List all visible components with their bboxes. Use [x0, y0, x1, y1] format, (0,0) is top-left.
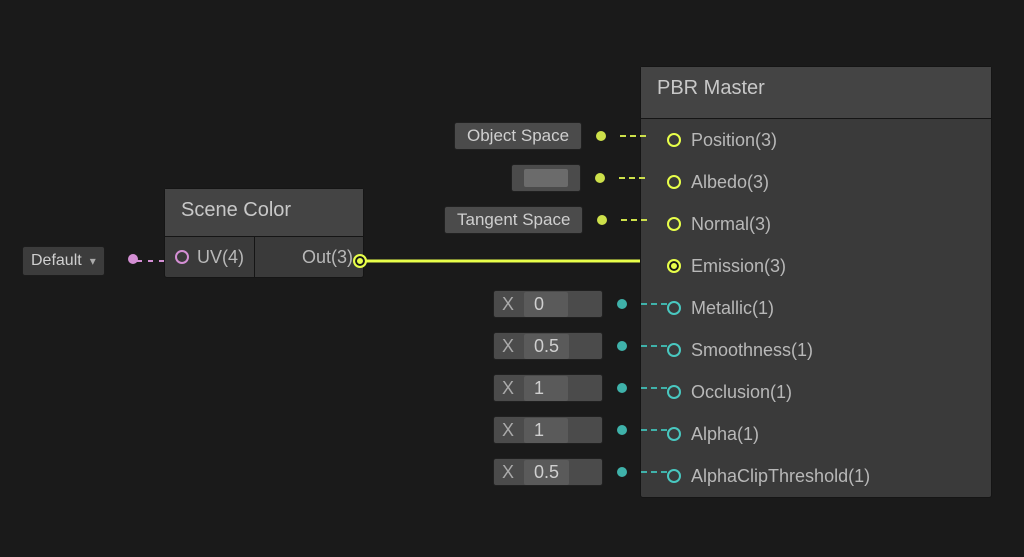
- occlusion-port-icon: [667, 385, 681, 399]
- albedo-port-icon: [667, 175, 681, 189]
- dash-connector-icon: [620, 135, 646, 137]
- pbr-emission-input[interactable]: Emission(3): [641, 245, 991, 287]
- tangent-space-label: Tangent Space: [444, 206, 583, 234]
- position-stub-port-icon: [596, 131, 606, 141]
- occlusion-default-control[interactable]: X 1: [493, 374, 667, 402]
- alphaclip-port-icon: [667, 469, 681, 483]
- shader-graph-canvas[interactable]: Default ▾ Scene Color UV(4) Out(3) PBR M…: [0, 0, 1024, 557]
- smoothness-stub-port-icon: [617, 341, 627, 351]
- uv-default-stub-port: [128, 254, 138, 264]
- normal-port-icon: [667, 217, 681, 231]
- pbr-master-node[interactable]: PBR Master Position(3) Albedo(3) Normal(…: [640, 66, 992, 498]
- albedo-label: Albedo(3): [691, 172, 769, 193]
- smoothness-label: Smoothness(1): [691, 340, 813, 361]
- pbr-normal-input[interactable]: Normal(3): [641, 203, 991, 245]
- position-port-icon: [667, 133, 681, 147]
- emission-port-icon: [667, 259, 681, 273]
- scene-color-out-port-icon[interactable]: [353, 254, 367, 268]
- smoothness-value-field[interactable]: X 0.5: [493, 332, 603, 360]
- dropdown-label: Default: [31, 252, 82, 270]
- alphaclip-default-control[interactable]: X 0.5: [493, 458, 667, 486]
- alpha-default-control[interactable]: X 1: [493, 416, 667, 444]
- dash-connector-icon: [621, 219, 647, 221]
- occlusion-value-field[interactable]: X 1: [493, 374, 603, 402]
- uv-input-label: UV(4): [197, 247, 244, 268]
- dropdown-caret-icon: ▾: [90, 254, 96, 268]
- dash-connector-icon: [619, 177, 645, 179]
- alphaclip-stub-port-icon: [617, 467, 627, 477]
- normal-default-control[interactable]: Tangent Space: [444, 206, 647, 234]
- scene-color-title: Scene Color: [165, 189, 363, 237]
- pbr-metallic-input[interactable]: Metallic(1): [641, 287, 991, 329]
- alpha-stub-port-icon: [617, 425, 627, 435]
- position-default-control[interactable]: Object Space: [454, 122, 646, 150]
- metallic-port-icon: [667, 301, 681, 315]
- occlusion-stub-port-icon: [617, 383, 627, 393]
- alpha-value-field[interactable]: X 1: [493, 416, 603, 444]
- metallic-stub-port-icon: [617, 299, 627, 309]
- emission-label: Emission(3): [691, 256, 786, 277]
- scene-color-out-output[interactable]: Out(3): [292, 237, 363, 277]
- smoothness-default-control[interactable]: X 0.5: [493, 332, 667, 360]
- dash-connector-icon: [641, 387, 667, 389]
- pbr-position-input[interactable]: Position(3): [641, 119, 991, 161]
- pbr-smoothness-input[interactable]: Smoothness(1): [641, 329, 991, 371]
- alphaclip-label: AlphaClipThreshold(1): [691, 466, 870, 487]
- dash-connector-icon: [641, 429, 667, 431]
- alphaclip-value-field[interactable]: X 0.5: [493, 458, 603, 486]
- pbr-alphaclip-input[interactable]: AlphaClipThreshold(1): [641, 455, 991, 497]
- smoothness-port-icon: [667, 343, 681, 357]
- pbr-alpha-input[interactable]: Alpha(1): [641, 413, 991, 455]
- metallic-label: Metallic(1): [691, 298, 774, 319]
- albedo-default-control[interactable]: [511, 164, 645, 192]
- dash-connector-icon: [641, 471, 667, 473]
- alpha-port-icon: [667, 427, 681, 441]
- pbr-occlusion-input[interactable]: Occlusion(1): [641, 371, 991, 413]
- scene-color-node[interactable]: Scene Color UV(4) Out(3): [164, 188, 364, 278]
- occlusion-label: Occlusion(1): [691, 382, 792, 403]
- uv-default-dropdown[interactable]: Default ▾: [22, 246, 105, 276]
- pbr-albedo-input[interactable]: Albedo(3): [641, 161, 991, 203]
- dash-connector-icon: [641, 345, 667, 347]
- scene-color-uv-input[interactable]: UV(4): [165, 237, 255, 277]
- object-space-label: Object Space: [454, 122, 582, 150]
- albedo-swatch[interactable]: [511, 164, 581, 192]
- out-output-label: Out(3): [302, 247, 353, 268]
- normal-label: Normal(3): [691, 214, 771, 235]
- position-label: Position(3): [691, 130, 777, 151]
- normal-stub-port-icon: [597, 215, 607, 225]
- pbr-master-title: PBR Master: [641, 67, 991, 119]
- metallic-default-control[interactable]: X 0: [493, 290, 667, 318]
- uv-input-port-icon: [175, 250, 189, 264]
- metallic-value-field[interactable]: X 0: [493, 290, 603, 318]
- dash-connector-icon: [641, 303, 667, 305]
- albedo-stub-port-icon: [595, 173, 605, 183]
- alpha-label: Alpha(1): [691, 424, 759, 445]
